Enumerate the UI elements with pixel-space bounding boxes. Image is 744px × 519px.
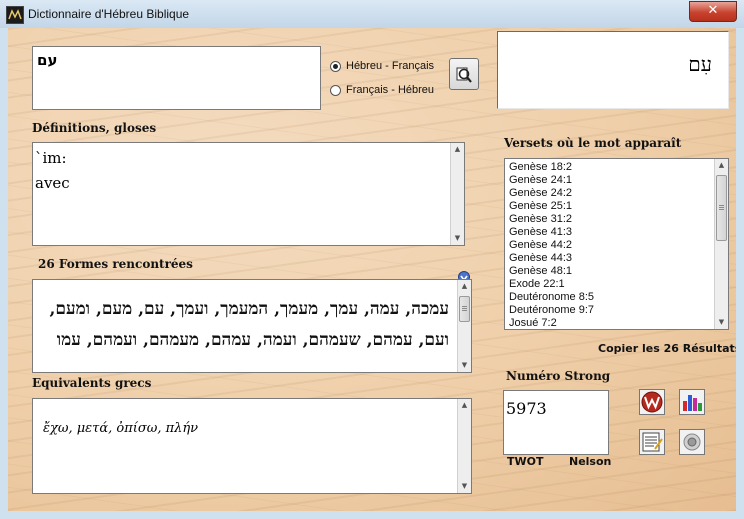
greek-scrollbar[interactable]: ▲ ▼	[457, 399, 471, 493]
definitions-scrollbar[interactable]: ▲ ▼	[450, 143, 464, 245]
forms-scrollbar[interactable]: ▲ ▼	[457, 280, 471, 372]
scroll-up-arrow[interactable]: ▲	[715, 159, 728, 172]
radio-french-hebrew[interactable]: Français - Hébreu	[330, 83, 434, 99]
list-item[interactable]: Genèse 31:2	[505, 213, 594, 226]
title-bar[interactable]: Dictionnaire d'Hébreu Biblique ✕	[0, 0, 744, 28]
word-display: עִם	[497, 31, 729, 109]
definitions-label: Définitions, gloses	[32, 121, 157, 135]
app-icon	[6, 6, 24, 24]
nelson-link[interactable]: Nelson	[569, 455, 611, 468]
list-item[interactable]: Genèse 18:2	[505, 161, 594, 174]
verses-list[interactable]: Genèse 18:2 Genèse 24:1 Genèse 24:2 Genè…	[504, 158, 729, 330]
verses-label: Versets où le mot apparaît	[504, 136, 682, 150]
greek-text: ἔχω, μετά, ὀπίσω, πλήν	[43, 421, 199, 436]
search-input-value: עם	[37, 51, 58, 69]
list-item[interactable]: Genèse 44:3	[505, 252, 594, 265]
radio-hebrew-french-dot[interactable]	[330, 61, 341, 72]
radio-french-hebrew-dot[interactable]	[330, 85, 341, 96]
strong-label: Numéro Strong	[506, 369, 611, 383]
search-input[interactable]: עם	[32, 46, 321, 110]
strong-number-value: 5973	[506, 399, 547, 418]
scroll-down-arrow[interactable]: ▼	[715, 316, 728, 329]
close-button[interactable]: ✕	[689, 1, 737, 22]
window-title: Dictionnaire d'Hébreu Biblique	[28, 7, 190, 21]
greek-textarea[interactable]: ἔχω, μετά, ὀπίσω, πλήν ▲ ▼	[32, 398, 472, 494]
definitions-line-2: avec	[35, 174, 70, 192]
magnifier-icon	[456, 67, 472, 83]
scroll-up-arrow[interactable]: ▲	[458, 280, 471, 293]
twot-link[interactable]: TWOT	[507, 455, 544, 468]
list-item[interactable]: Genèse 44:2	[505, 239, 594, 252]
radio-french-hebrew-label: Français - Hébreu	[346, 84, 435, 96]
w-logo-icon	[639, 389, 665, 415]
scroll-down-arrow[interactable]: ▼	[451, 232, 464, 245]
forms-textarea[interactable]: עמכה, עמה, עמך, מעמך, המעמך, ועמך, עם, מ…	[32, 279, 472, 373]
verses-items: Genèse 18:2 Genèse 24:1 Genèse 24:2 Genè…	[505, 161, 594, 329]
forms-label: 26 Formes rencontrées	[38, 257, 193, 271]
scroll-thumb[interactable]	[716, 175, 727, 241]
word-display-text: עִם	[688, 52, 712, 76]
scroll-down-arrow[interactable]: ▼	[458, 359, 471, 372]
verses-scrollbar[interactable]: ▲ ▼	[714, 159, 728, 329]
speaker-icon	[679, 429, 705, 455]
search-button[interactable]	[449, 58, 479, 90]
radio-hebrew-french-label: Hébreu - Français	[346, 60, 435, 72]
list-item[interactable]: Josué 7:2	[505, 317, 594, 329]
strong-number-field[interactable]: 5973	[503, 390, 609, 455]
audio-button[interactable]	[679, 429, 705, 455]
bar-chart-icon	[679, 389, 705, 415]
definitions-textarea[interactable]: `im: avec ▲ ▼	[32, 142, 465, 246]
radio-hebrew-french[interactable]: Hébreu - Français	[330, 59, 434, 75]
list-item[interactable]: Genèse 41:3	[505, 226, 594, 239]
list-item[interactable]: Genèse 24:2	[505, 187, 594, 200]
list-item[interactable]: Deutéronome 8:5	[505, 291, 594, 304]
statistics-button[interactable]	[679, 389, 705, 415]
scroll-down-arrow[interactable]: ▼	[458, 480, 471, 493]
scroll-up-arrow[interactable]: ▲	[451, 143, 464, 156]
list-item[interactable]: Genèse 24:1	[505, 174, 594, 187]
w-logo-button[interactable]	[639, 389, 665, 415]
list-item[interactable]: Genèse 48:1	[505, 265, 594, 278]
main-panel: עם Hébreu - Français Français - Hébreu ע…	[8, 28, 736, 511]
forms-text: עמכה, עמה, עמך, מעמך, המעמך, ועמך, עם, מ…	[49, 299, 449, 350]
scroll-up-arrow[interactable]: ▲	[458, 399, 471, 412]
notepad-button[interactable]	[639, 429, 665, 455]
copy-results-button[interactable]: Copier les 26 Résultats	[598, 342, 736, 355]
list-item[interactable]: Exode 22:1	[505, 278, 594, 291]
app-window: Dictionnaire d'Hébreu Biblique ✕ עם Hébr…	[0, 0, 744, 519]
list-item[interactable]: Genèse 25:1	[505, 200, 594, 213]
list-item[interactable]: Deutéronome 9:7	[505, 304, 594, 317]
definitions-line-1: `im:	[35, 149, 67, 167]
greek-label: Equivalents grecs	[32, 376, 152, 390]
scroll-thumb[interactable]	[459, 296, 470, 322]
notepad-icon	[639, 429, 665, 455]
